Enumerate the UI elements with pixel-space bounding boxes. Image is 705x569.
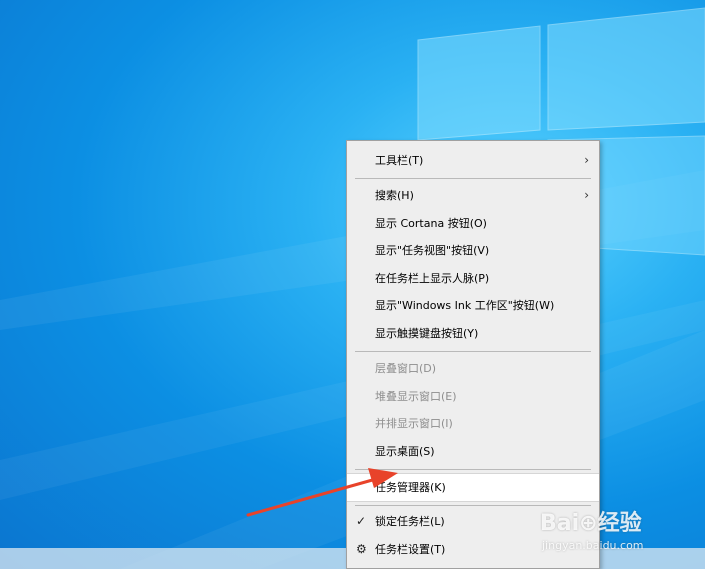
menu-item-label: 层叠窗口(D) <box>375 362 437 375</box>
chevron-right-icon: › <box>584 188 589 202</box>
menu-item-label: 工具栏(T) <box>375 154 424 167</box>
menu-item-label: 锁定任务栏(L) <box>375 515 445 528</box>
check-icon: ✓ <box>356 514 367 528</box>
menu-item-show-desktop[interactable]: 显示桌面(S) <box>347 438 599 465</box>
menu-item-label: 显示 Cortana 按钮(O) <box>375 217 487 230</box>
menu-item-label: 搜索(H) <box>375 189 414 202</box>
menu-item-label: 任务栏设置(T) <box>375 543 446 556</box>
menu-item-stack-windows: 堆叠显示窗口(E) <box>347 383 599 410</box>
menu-item-toolbars[interactable]: 工具栏(T) › <box>347 147 599 174</box>
menu-item-lock-taskbar[interactable]: ✓ 锁定任务栏(L) <box>347 508 599 535</box>
menu-separator <box>355 469 591 470</box>
gear-icon: ⚙ <box>356 542 367 556</box>
menu-item-side-by-side-windows: 并排显示窗口(I) <box>347 410 599 437</box>
menu-separator <box>355 505 591 506</box>
menu-separator <box>355 351 591 352</box>
menu-item-label: 显示"任务视图"按钮(V) <box>375 244 490 257</box>
menu-item-show-cortana[interactable]: 显示 Cortana 按钮(O) <box>347 210 599 237</box>
menu-item-label: 并排显示窗口(I) <box>375 417 453 430</box>
menu-item-search[interactable]: 搜索(H) › <box>347 182 599 209</box>
menu-item-label: 堆叠显示窗口(E) <box>375 390 457 403</box>
chevron-right-icon: › <box>584 153 589 167</box>
menu-separator <box>355 178 591 179</box>
menu-item-taskbar-settings[interactable]: ⚙ 任务栏设置(T) <box>347 536 599 563</box>
menu-item-label: 在任务栏上显示人脉(P) <box>375 272 490 285</box>
menu-item-task-manager[interactable]: 任务管理器(K) <box>347 473 599 502</box>
menu-item-label: 显示触摸键盘按钮(Y) <box>375 327 479 340</box>
menu-item-show-task-view[interactable]: 显示"任务视图"按钮(V) <box>347 237 599 264</box>
menu-item-show-touch-keyboard[interactable]: 显示触摸键盘按钮(Y) <box>347 320 599 347</box>
menu-item-label: 显示桌面(S) <box>375 445 435 458</box>
menu-item-label: 任务管理器(K) <box>375 481 446 494</box>
menu-item-cascade-windows: 层叠窗口(D) <box>347 355 599 382</box>
taskbar-context-menu: 工具栏(T) › 搜索(H) › 显示 Cortana 按钮(O) 显示"任务视… <box>346 140 600 569</box>
menu-item-show-windows-ink[interactable]: 显示"Windows Ink 工作区"按钮(W) <box>347 292 599 319</box>
menu-item-label: 显示"Windows Ink 工作区"按钮(W) <box>375 299 555 312</box>
menu-item-show-people[interactable]: 在任务栏上显示人脉(P) <box>347 265 599 292</box>
